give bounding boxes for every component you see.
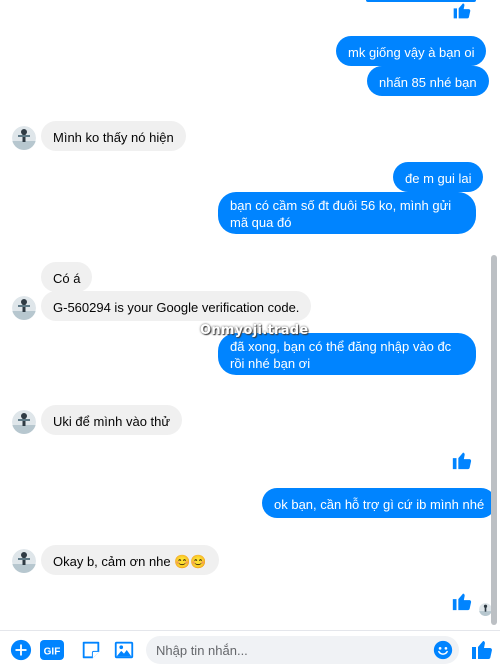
- message-text: đã xong, bạn có thể đăng nhập vào đc rồi…: [230, 339, 452, 371]
- plus-circle-icon[interactable]: [10, 639, 32, 661]
- gif-label: GIF: [44, 647, 61, 658]
- message-text: đe m gui lai: [405, 171, 472, 186]
- watermark: Onmyoji.trade: [200, 323, 309, 338]
- gif-icon[interactable]: GIF: [40, 639, 64, 661]
- message-input-container[interactable]: [146, 636, 459, 664]
- message-bubble-outgoing[interactable]: mk giống vậy à bạn oi: [336, 36, 487, 66]
- contact-avatar[interactable]: [12, 410, 36, 434]
- message-text: nhấn 85 nhé bạn: [379, 75, 477, 90]
- scrollbar[interactable]: [491, 255, 497, 625]
- message-bubble-outgoing[interactable]: đã xong, bạn có thể đăng nhập vào đc rồi…: [218, 333, 476, 375]
- message-bubble-outgoing[interactable]: đe m gui lai: [393, 162, 484, 192]
- sticker-icon[interactable]: [80, 639, 102, 661]
- message-bubble-incoming[interactable]: G-560294 is your Google verification cod…: [41, 291, 312, 321]
- thumbs-up-icon: [452, 0, 472, 20]
- message-text: G-560294 is your Google verification cod…: [53, 300, 300, 315]
- thumbs-up-icon: [451, 449, 473, 471]
- message-input[interactable]: [156, 636, 426, 664]
- message-text: Okay b, cảm ơn nhe 😊😊: [53, 554, 207, 569]
- contact-avatar[interactable]: [12, 126, 36, 150]
- contact-avatar[interactable]: [12, 549, 36, 573]
- contact-avatar[interactable]: [12, 296, 36, 320]
- smiley-icon[interactable]: [433, 640, 453, 660]
- message-text: mk giống vậy à bạn oi: [348, 45, 475, 60]
- message-text: ok bạn, cần hỗ trợ gì cứ ib mình nhé: [274, 497, 485, 512]
- message-text: bạn có cầm số đt đuôi 56 ko, mình gửi mã…: [230, 198, 452, 230]
- composer-toolbar: GIF: [0, 630, 500, 667]
- message-bubble-incoming[interactable]: Có á: [41, 262, 93, 292]
- thumbs-up-icon: [451, 590, 473, 612]
- thumbs-up-icon[interactable]: [470, 637, 494, 661]
- message-bubble-incoming[interactable]: Uki để mình vào thử: [41, 405, 183, 435]
- conversation-thread: mk giống vậy à bạn oi nhấn 85 nhé bạn Mì…: [0, 0, 500, 630]
- image-icon[interactable]: [113, 639, 135, 661]
- message-text: Có á: [53, 271, 81, 286]
- message-bubble-outgoing[interactable]: ok bạn, cần hỗ trợ gì cứ ib mình nhé: [262, 488, 497, 518]
- message-bubble-outgoing[interactable]: bạn có cầm số đt đuôi 56 ko, mình gửi mã…: [218, 192, 476, 234]
- message-bubble-outgoing[interactable]: nhấn 85 nhé bạn: [367, 66, 489, 96]
- message-text: Uki để mình vào thử: [53, 414, 171, 429]
- message-bubble-incoming[interactable]: Okay b, cảm ơn nhe 😊😊: [41, 545, 219, 575]
- message-bubble-incoming[interactable]: Mình ko thấy nó hiện: [41, 121, 186, 151]
- message-text: Mình ko thấy nó hiện: [53, 130, 174, 145]
